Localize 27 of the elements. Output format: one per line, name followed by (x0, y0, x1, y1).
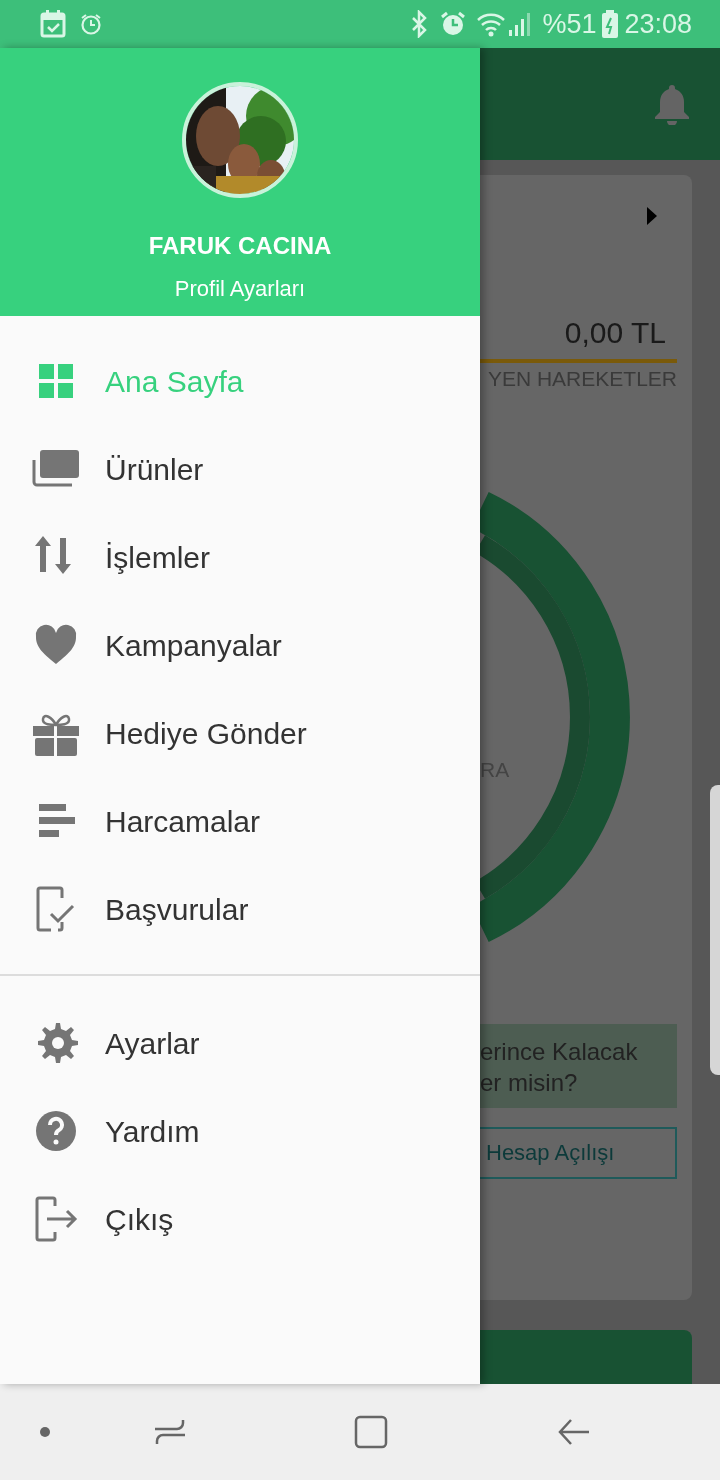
clock-time: 23:08 (624, 10, 692, 38)
alarm-icon (440, 11, 467, 37)
user-name: FARUK CACINA (148, 231, 332, 261)
back-icon[interactable] (557, 1418, 591, 1446)
triangle-icon (646, 206, 658, 226)
home-icon[interactable] (354, 1415, 388, 1449)
battery-percent: %51 (542, 10, 597, 38)
recent-apps-icon[interactable] (153, 1419, 187, 1445)
bluetooth-icon (410, 10, 429, 38)
menu-item[interactable]: Ürünler (0, 425, 480, 513)
battery-icon (602, 10, 619, 38)
alarm-icon (80, 13, 102, 35)
menu-item[interactable]: Yardım (0, 1087, 480, 1175)
menu-item[interactable]: Ayarlar (0, 999, 480, 1087)
bell-icon (653, 83, 691, 125)
menu-item[interactable]: İşlemler (0, 513, 480, 601)
menu-item[interactable]: Harcamalar (0, 777, 480, 865)
menu-item[interactable]: Başvurular (0, 865, 480, 953)
banner-text: erince Kalacak er misin? (480, 1023, 677, 1108)
wifi-icon (476, 11, 507, 37)
signal-icon (508, 12, 533, 36)
balance-amount: 0,00 TL (563, 315, 667, 351)
calendar-icon (40, 10, 66, 38)
menu-item[interactable]: Kampanyalar (0, 601, 480, 689)
menu-item[interactable]: Hediye Gönder (0, 689, 480, 777)
menu-item[interactable]: Çıkış (0, 1175, 480, 1263)
dot-icon (39, 1426, 51, 1438)
